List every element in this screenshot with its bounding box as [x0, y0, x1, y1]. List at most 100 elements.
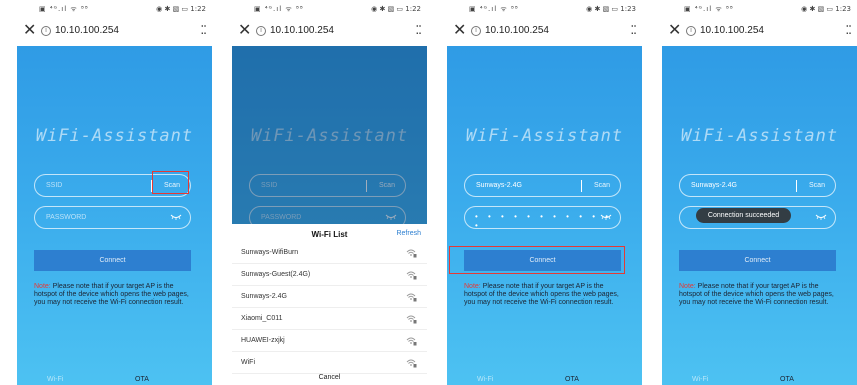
refresh-button[interactable]: Refresh	[396, 230, 421, 237]
eye-hidden-icon[interactable]	[170, 213, 182, 221]
info-icon[interactable]: i	[41, 26, 51, 36]
eye-hidden-icon[interactable]	[815, 213, 827, 221]
close-icon[interactable]: ✕	[238, 21, 251, 41]
more-icon[interactable]: ⁚⁚	[200, 24, 207, 36]
ssid-field[interactable]: Sunways-2.4G Scan	[464, 174, 621, 197]
status-time: ◉ ✱ ▧ ▭ 1:23	[586, 5, 636, 13]
bottom-nav: Wi-Fi OTA	[447, 374, 642, 385]
app-content: WiFi-Assistant SSID Scan PASSWORD Wi-Fi …	[232, 46, 427, 385]
eye-hidden-icon[interactable]	[600, 213, 612, 221]
wifi-lock-icon	[406, 315, 417, 324]
scan-button[interactable]: Scan	[802, 182, 832, 189]
info-icon[interactable]: i	[256, 26, 266, 36]
close-icon[interactable]: ✕	[453, 21, 466, 41]
status-icons-left: ▣ ⁴ᴳ.ıl ᯤ ⁸⁸	[469, 5, 519, 13]
wifi-list-item[interactable]: Xiaomi_C011	[232, 308, 427, 330]
connect-highlight	[449, 246, 625, 274]
ssid-placeholder: SSID	[46, 182, 63, 189]
note-body: Please note that if your target AP is th…	[679, 283, 834, 306]
ssid-field[interactable]: Sunways-2.4G Scan	[679, 174, 836, 197]
wifi-list-item[interactable]: WiFi	[232, 352, 427, 374]
tab-wifi[interactable]: Wi-Fi	[692, 376, 708, 383]
note-label: Note:	[34, 283, 51, 290]
scan-button[interactable]: Scan	[587, 182, 617, 189]
tab-ota[interactable]: OTA	[565, 376, 579, 383]
bottom-nav: Wi-Fi OTA	[17, 374, 212, 385]
wifi-name: Xiaomi_C011	[241, 315, 283, 322]
info-icon[interactable]: i	[686, 26, 696, 36]
wifi-name: Sunways-2.4G	[241, 293, 287, 300]
scan-highlight	[152, 171, 189, 194]
password-dots: • • • • • • • • • • • •	[475, 212, 613, 230]
wifi-list-item[interactable]: Sunways-WifiBurn	[232, 242, 427, 264]
url-text[interactable]: 10.10.100.254	[485, 25, 549, 36]
app-logo: WiFi-Assistant	[465, 126, 624, 146]
status-bar: ▣ ⁴ᴳ.ıl ᯤ ⁸⁸ ◉ ✱ ▧ ▭ 1:23	[662, 0, 857, 18]
status-icons-left: ▣ ⁴ᴳ.ıl ᯤ ⁸⁸	[254, 5, 304, 13]
url-text[interactable]: 10.10.100.254	[270, 25, 334, 36]
cancel-button[interactable]: Cancel	[232, 374, 427, 381]
browser-bar: ✕ i 10.10.100.254 ⁚⁚	[232, 18, 427, 46]
wifi-list-item[interactable]: Sunways-2.4G	[232, 286, 427, 308]
ssid-value: Sunways-2.4G	[691, 182, 737, 189]
close-icon[interactable]: ✕	[668, 21, 681, 41]
status-time: ◉ ✱ ▧ ▭ 1:22	[371, 5, 421, 13]
phone-screen-1: ▣ ⁴ᴳ.ıl ᯤ ⁸⁸ ◉ ✱ ▧ ▭ 1:22 ✕ i 10.10.100.…	[17, 0, 212, 385]
bottom-nav: Wi-Fi OTA	[662, 374, 857, 385]
status-time: ◉ ✱ ▧ ▭ 1:23	[801, 5, 851, 13]
status-bar: ▣ ⁴ᴳ.ıl ᯤ ⁸⁸ ◉ ✱ ▧ ▭ 1:22	[232, 0, 427, 18]
app-content: WiFi-Assistant Sunways-2.4G Scan • • • •…	[447, 46, 642, 385]
tab-wifi[interactable]: Wi-Fi	[477, 376, 493, 383]
url-text[interactable]: 10.10.100.254	[55, 25, 119, 36]
note-body: Please note that if your target AP is th…	[34, 283, 189, 306]
app-logo: WiFi-Assistant	[680, 126, 839, 146]
tab-wifi[interactable]: Wi-Fi	[47, 376, 63, 383]
browser-bar: ✕ i 10.10.100.254 ⁚⁚	[17, 18, 212, 46]
wifi-lock-icon	[406, 271, 417, 280]
more-icon[interactable]: ⁚⁚	[845, 24, 852, 36]
wifi-lock-icon	[406, 359, 417, 368]
connect-button[interactable]: Connect	[34, 250, 191, 271]
app-content: WiFi-Assistant SSID Scan PASSWORD Connec…	[17, 46, 212, 385]
wifi-list-item[interactable]: HUAWEI-zxjkj	[232, 330, 427, 352]
app-logo: WiFi-Assistant	[35, 126, 194, 146]
status-icons-left: ▣ ⁴ᴳ.ıl ᯤ ⁸⁸	[39, 5, 89, 13]
more-icon[interactable]: ⁚⁚	[415, 24, 422, 36]
wifi-lock-icon	[406, 337, 417, 346]
browser-bar: ✕ i 10.10.100.254 ⁚⁚	[447, 18, 642, 46]
wifi-list-item[interactable]: Sunways-Guest(2.4G)	[232, 264, 427, 286]
field-divider	[581, 180, 582, 192]
note-body: Please note that if your target AP is th…	[464, 283, 619, 306]
wifi-name: WiFi	[241, 359, 255, 366]
status-bar: ▣ ⁴ᴳ.ıl ᯤ ⁸⁸ ◉ ✱ ▧ ▭ 1:22	[17, 0, 212, 18]
note-label: Note:	[679, 283, 696, 290]
app-content: WiFi-Assistant Sunways-2.4G Scan Connect…	[662, 46, 857, 385]
browser-bar: ✕ i 10.10.100.254 ⁚⁚	[662, 18, 857, 46]
close-icon[interactable]: ✕	[23, 21, 36, 41]
status-time: ◉ ✱ ▧ ▭ 1:22	[156, 5, 206, 13]
field-divider	[796, 180, 797, 192]
status-icons-left: ▣ ⁴ᴳ.ıl ᯤ ⁸⁸	[684, 5, 734, 13]
status-bar: ▣ ⁴ᴳ.ıl ᯤ ⁸⁸ ◉ ✱ ▧ ▭ 1:23	[447, 0, 642, 18]
phone-screen-2: ▣ ⁴ᴳ.ıl ᯤ ⁸⁸ ◉ ✱ ▧ ▭ 1:22 ✕ i 10.10.100.…	[232, 0, 427, 385]
phone-screen-3: ▣ ⁴ᴳ.ıl ᯤ ⁸⁸ ◉ ✱ ▧ ▭ 1:23 ✕ i 10.10.100.…	[447, 0, 642, 385]
note-text: Note: Please note that if your target AP…	[34, 283, 194, 307]
note-text: Note: Please note that if your target AP…	[464, 283, 624, 307]
more-icon[interactable]: ⁚⁚	[630, 24, 637, 36]
password-field[interactable]: • • • • • • • • • • • •	[464, 206, 621, 230]
wifi-lock-icon	[406, 293, 417, 302]
connect-button[interactable]: Connect	[679, 250, 836, 271]
ssid-value: Sunways-2.4G	[476, 182, 522, 189]
phone-screen-4: ▣ ⁴ᴳ.ıl ᯤ ⁸⁸ ◉ ✱ ▧ ▭ 1:23 ✕ i 10.10.100.…	[662, 0, 857, 385]
wifi-lock-icon	[406, 249, 417, 258]
wifi-name: HUAWEI-zxjkj	[241, 337, 285, 344]
password-placeholder: PASSWORD	[46, 214, 87, 221]
info-icon[interactable]: i	[471, 26, 481, 36]
wifi-list-sheet: Wi-Fi List Refresh Sunways-WifiBurn Sunw…	[232, 224, 427, 385]
note-label: Note:	[464, 283, 481, 290]
tab-ota[interactable]: OTA	[135, 376, 149, 383]
password-field[interactable]: PASSWORD	[34, 206, 191, 229]
note-text: Note: Please note that if your target AP…	[679, 283, 839, 307]
tab-ota[interactable]: OTA	[780, 376, 794, 383]
url-text[interactable]: 10.10.100.254	[700, 25, 764, 36]
